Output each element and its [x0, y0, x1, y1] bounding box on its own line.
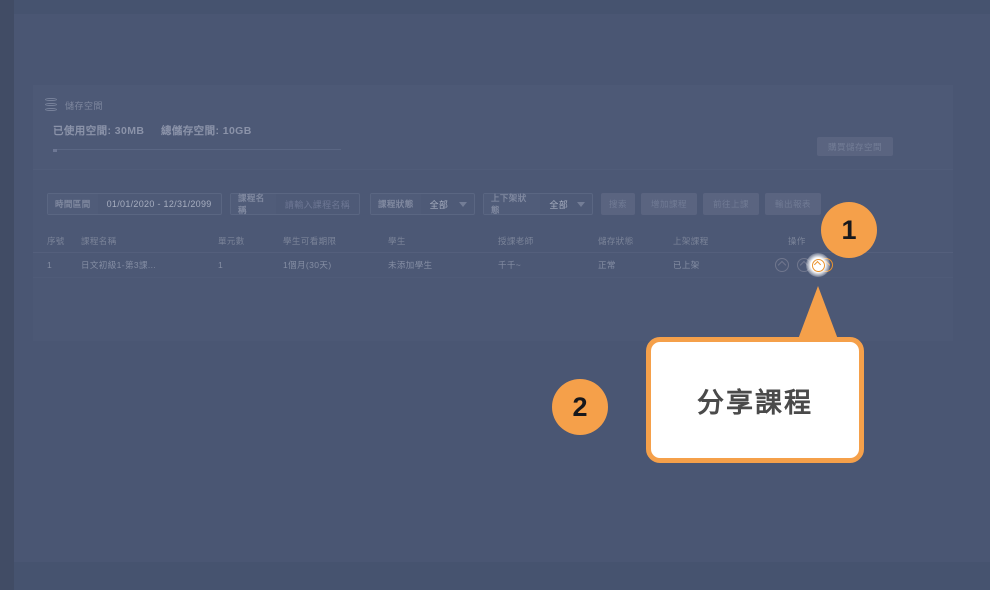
- cell-course-name[interactable]: 日文初級1-第3課...: [81, 253, 156, 277]
- buy-storage-button[interactable]: 購買儲存空間: [816, 137, 893, 156]
- column-header-students: 學生: [388, 236, 406, 246]
- cell-save-status: 正常: [598, 260, 616, 270]
- cell-students: 未添加學生: [388, 260, 433, 270]
- step-badge-1: 1: [821, 202, 877, 258]
- chevron-down-icon[interactable]: [577, 194, 592, 214]
- callout-pointer-arrow: [797, 286, 839, 342]
- date-range-value[interactable]: 01/01/2020 - 12/31/2099: [98, 194, 221, 214]
- table-header-row: 序號 課程名稱 單元數 學生可看期限 學生 授課老師 儲存狀態 上架課程 操作: [33, 230, 953, 253]
- storage-card: 儲存空間 已使用空間: 30MB 總儲存空間: 10GB 購買儲存空間: [33, 85, 953, 170]
- storage-card-header: 儲存空間: [45, 98, 103, 112]
- shelf-status-filter[interactable]: 上下架狀態 全部: [483, 193, 593, 215]
- storage-progress-fill: [53, 149, 57, 152]
- storage-used-label: 已使用空間: 30MB: [53, 125, 145, 137]
- column-header-teacher: 授課老師: [498, 236, 534, 246]
- course-status-value[interactable]: 全部: [421, 194, 458, 214]
- date-range-label: 時間區間: [48, 194, 98, 214]
- column-header-actions: 操作: [788, 236, 806, 246]
- storage-title: 儲存空間: [65, 100, 104, 111]
- application-overlay: 儲存空間 已使用空間: 30MB 總儲存空間: 10GB 購買儲存空間 時間區間…: [0, 0, 990, 590]
- step-badge-2: 2: [552, 379, 608, 435]
- storage-total-label: 總儲存空間: 10GB: [160, 125, 252, 137]
- shelf-status-value[interactable]: 全部: [540, 194, 577, 214]
- storage-progress-bar: [53, 149, 341, 153]
- search-button[interactable]: 搜索: [601, 193, 635, 215]
- go-to-class-button[interactable]: 前往上課: [703, 193, 759, 215]
- column-header-course-name: 課程名稱: [81, 236, 117, 246]
- column-header-save-status: 儲存狀態: [598, 236, 634, 246]
- cell-view-period: 1個月(30天): [283, 260, 332, 270]
- column-header-shelf-status: 上架課程: [673, 236, 709, 246]
- course-name-label: 課程名稱: [231, 193, 276, 215]
- add-course-button[interactable]: 增加課程: [641, 193, 697, 215]
- cell-teacher: 千千~: [498, 260, 522, 270]
- cell-units: 1: [218, 260, 224, 270]
- date-range-filter[interactable]: 時間區間 01/01/2020 - 12/31/2099: [47, 193, 222, 215]
- course-status-label: 課程狀態: [371, 194, 421, 214]
- callout-label: 分享課程: [697, 387, 813, 418]
- storage-usage-text: 已使用空間: 30MB 總儲存空間: 10GB: [53, 123, 252, 138]
- column-header-units: 單元數: [218, 236, 245, 246]
- share-icon[interactable]: [811, 258, 825, 272]
- shelf-status-label: 上下架狀態: [484, 193, 541, 215]
- chevron-down-icon[interactable]: [459, 194, 474, 214]
- database-icon: [45, 98, 57, 112]
- left-rail: [0, 0, 14, 590]
- filter-toolbar: 時間區間 01/01/2020 - 12/31/2099 課程名稱 請輸入課程名…: [33, 190, 953, 226]
- share-course-callout: 分享課程: [646, 337, 864, 463]
- course-name-input[interactable]: 請輸入課程名稱: [276, 194, 359, 214]
- course-status-filter[interactable]: 課程狀態 全部: [370, 193, 475, 215]
- share-course-icon-highlight[interactable]: [806, 253, 830, 277]
- cell-index: 1: [47, 260, 53, 270]
- column-header-index: 序號: [47, 236, 65, 246]
- export-report-button[interactable]: 輸出報表: [765, 193, 821, 215]
- cell-shelf-status: 已上架: [673, 260, 700, 270]
- column-header-view-period: 學生可看期限: [283, 236, 337, 246]
- course-name-filter[interactable]: 課程名稱 請輸入課程名稱: [230, 193, 360, 215]
- edit-icon[interactable]: [775, 258, 789, 272]
